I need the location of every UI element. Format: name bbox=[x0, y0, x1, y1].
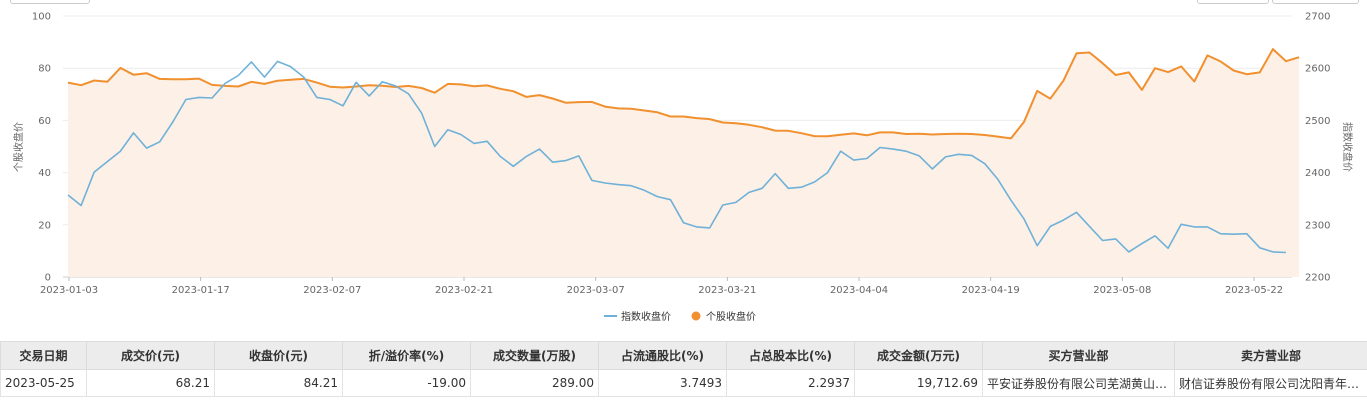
col-volume[interactable]: 成交数量(万股) bbox=[470, 341, 599, 370]
cell-float-ratio: 3.7493 bbox=[598, 369, 727, 397]
chart-series bbox=[67, 48, 1300, 277]
x-tick-label: 2023-05-08 bbox=[1093, 285, 1151, 296]
chart-legend[interactable]: 指数收盘价 个股收盘价 bbox=[604, 310, 756, 323]
table-row: 2023-05-25 68.21 84.21 -19.00 289.00 3.7… bbox=[0, 369, 1367, 397]
legend-stock-label: 个股收盘价 bbox=[706, 310, 756, 323]
right-tick-label: 2500 bbox=[1305, 116, 1330, 127]
left-axis-ticks: 0 20 40 60 80 100 bbox=[32, 12, 51, 284]
x-tick-label: 2023-03-21 bbox=[698, 285, 756, 296]
x-tick-label: 2023-02-07 bbox=[303, 285, 361, 296]
left-tick-label: 40 bbox=[38, 168, 51, 179]
right-tick-label: 2200 bbox=[1305, 273, 1330, 284]
legend-index-label: 指数收盘价 bbox=[621, 310, 671, 323]
cell-trade-date: 2023-05-25 bbox=[0, 369, 87, 397]
col-amount[interactable]: 成交金额(万元) bbox=[854, 341, 983, 370]
cell-seller[interactable]: 财信证券股份有限公司沈阳青年… bbox=[1174, 369, 1367, 397]
block-trade-table: 交易日期 成交价(元) 收盘价(元) 折/溢价率(%) 成交数量(万股) 占流通… bbox=[0, 341, 1367, 397]
cell-amount: 19,712.69 bbox=[854, 369, 983, 397]
col-trade-date[interactable]: 交易日期 bbox=[0, 341, 87, 370]
right-tick-label: 2600 bbox=[1305, 64, 1330, 75]
cell-premium-rate: -19.00 bbox=[342, 369, 471, 397]
left-tick-label: 0 bbox=[45, 273, 51, 284]
left-tick-label: 80 bbox=[38, 64, 51, 75]
col-premium-rate[interactable]: 折/溢价率(%) bbox=[342, 341, 471, 370]
right-axis-title: 指数收盘价 bbox=[1341, 122, 1354, 172]
left-axis-title: 个股收盘价 bbox=[12, 122, 25, 172]
cell-volume: 289.00 bbox=[470, 369, 599, 397]
x-tick-label: 2023-01-17 bbox=[172, 285, 230, 296]
x-tick-label: 2023-04-19 bbox=[962, 285, 1020, 296]
x-tick-label: 2023-04-04 bbox=[830, 285, 888, 296]
right-tick-label: 2700 bbox=[1305, 12, 1330, 23]
stock-area-fill bbox=[68, 49, 1300, 277]
legend-stock-swatch bbox=[691, 311, 701, 321]
col-buyer[interactable]: 买方营业部 bbox=[982, 341, 1175, 370]
cell-close-price: 84.21 bbox=[214, 369, 343, 397]
x-tick-label: 2023-02-21 bbox=[435, 285, 493, 296]
x-tick-label: 2023-05-22 bbox=[1225, 285, 1283, 296]
col-close-price[interactable]: 收盘价(元) bbox=[214, 341, 343, 370]
left-tick-label: 100 bbox=[32, 12, 51, 23]
col-trade-price[interactable]: 成交价(元) bbox=[86, 341, 215, 370]
x-tick-label: 2023-01-03 bbox=[40, 285, 98, 296]
right-tick-label: 2400 bbox=[1305, 168, 1330, 179]
price-chart: 2023-01-03 2023-01-17 2023-02-07 2023-02-21… bbox=[12, 12, 1354, 324]
col-float-ratio[interactable]: 占流通股比(%) bbox=[598, 341, 727, 370]
col-seller[interactable]: 卖方营业部 bbox=[1174, 341, 1367, 370]
cell-total-ratio: 2.2937 bbox=[726, 369, 855, 397]
x-tick-label: 2023-03-07 bbox=[567, 285, 625, 296]
right-tick-label: 2300 bbox=[1305, 220, 1330, 231]
cell-trade-price: 68.21 bbox=[86, 369, 215, 397]
col-total-ratio[interactable]: 占总股本比(%) bbox=[726, 341, 855, 370]
right-axis-ticks: 2200 2300 2400 2500 2600 2700 bbox=[1305, 12, 1330, 284]
cell-buyer[interactable]: 平安证券股份有限公司芜湖黄山… bbox=[982, 369, 1175, 397]
table-header-row: 交易日期 成交价(元) 收盘价(元) 折/溢价率(%) 成交数量(万股) 占流通… bbox=[0, 341, 1367, 370]
left-tick-label: 20 bbox=[38, 220, 51, 231]
x-axis-ticks: 2023-01-03 2023-01-17 2023-02-07 2023-02-21… bbox=[40, 277, 1283, 296]
left-tick-label: 60 bbox=[38, 116, 51, 127]
